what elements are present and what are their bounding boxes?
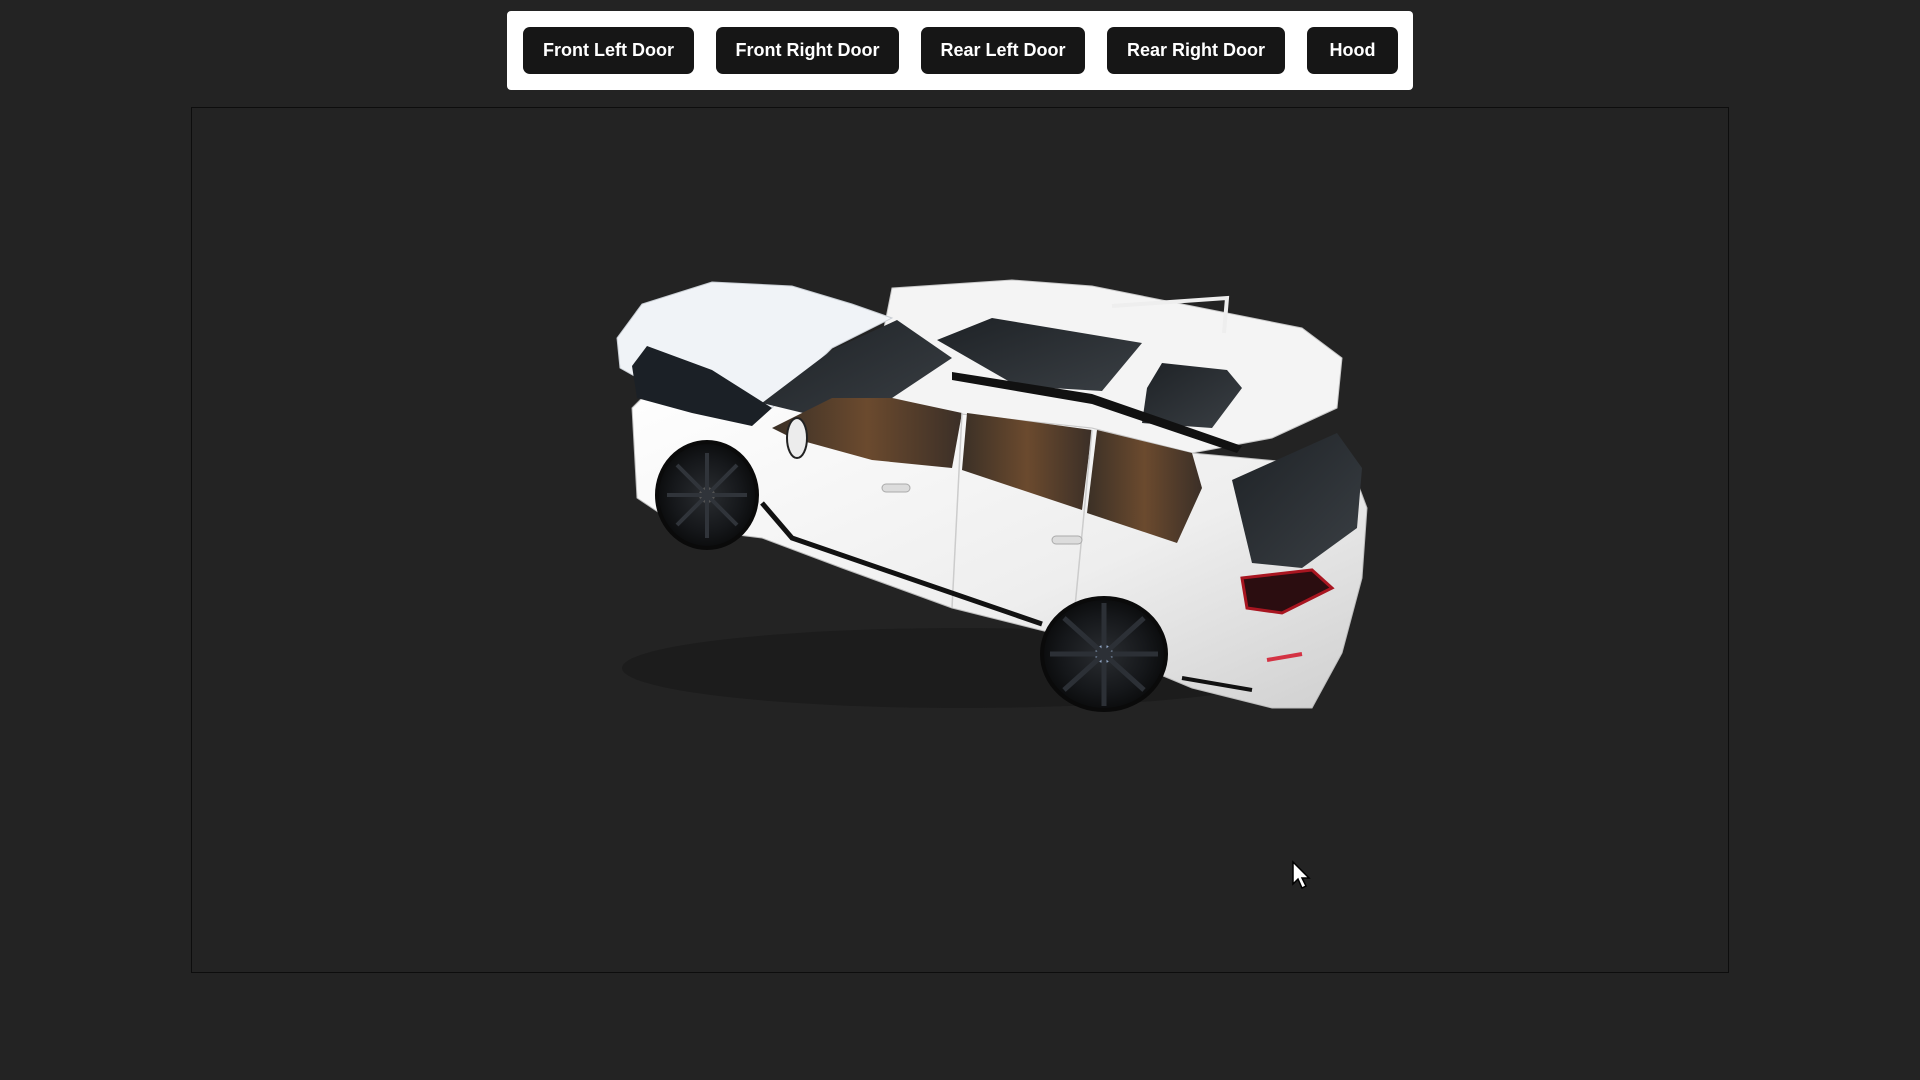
suv-3d-model[interactable] bbox=[192, 108, 1728, 972]
wheel-rear bbox=[1040, 596, 1168, 712]
front-right-door-button[interactable]: Front Right Door bbox=[716, 27, 899, 74]
door-handle-front bbox=[881, 483, 911, 493]
rear-right-door-button[interactable]: Rear Right Door bbox=[1107, 27, 1285, 74]
hood-button[interactable]: Hood bbox=[1307, 27, 1398, 74]
door-control-toolbar: Front Left Door Front Right Door Rear Le… bbox=[507, 11, 1413, 90]
3d-viewer-canvas[interactable] bbox=[191, 107, 1729, 973]
wheel-front bbox=[655, 440, 759, 550]
rear-left-door-button[interactable]: Rear Left Door bbox=[921, 27, 1085, 74]
door-handle-rear bbox=[1051, 535, 1083, 545]
mouse-pointer-icon bbox=[1292, 860, 1311, 890]
side-mirror bbox=[786, 417, 808, 459]
front-left-door-button[interactable]: Front Left Door bbox=[523, 27, 694, 74]
